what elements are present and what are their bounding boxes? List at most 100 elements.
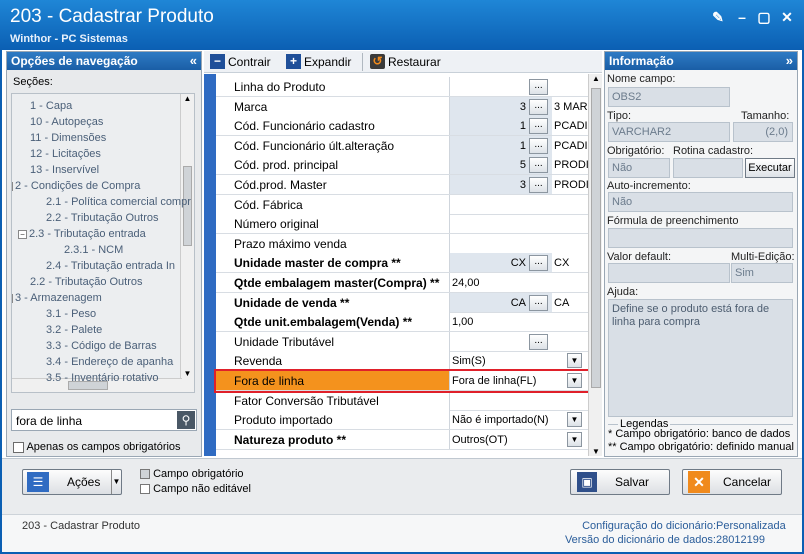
tree-item[interactable]: 1 - Capa xyxy=(30,98,72,114)
grid-row[interactable]: Cód. Fábrica xyxy=(216,195,588,215)
grid-row[interactable]: Natureza produto ** Outros(OT) ▼ xyxy=(216,430,588,450)
only-required-checkbox[interactable] xyxy=(13,441,24,453)
select-value[interactable]: Fora de linha(FL) xyxy=(452,371,536,390)
grid-row[interactable]: Qtde unit.embalagem(Venda) ** 1,00 xyxy=(216,312,588,332)
scroll-up-icon[interactable]: ▲ xyxy=(182,94,193,103)
tree-item[interactable]: 2.2 - Tributação Outros xyxy=(30,274,143,290)
grid-row-value[interactable]: 3... 3 MAR xyxy=(450,97,588,116)
grid-row[interactable]: Fator Conversão Tributável xyxy=(216,391,588,411)
grid-row-value[interactable]: 5... PRODI xyxy=(450,155,588,174)
actions-dropdown-icon[interactable]: ▼ xyxy=(111,470,121,494)
tree-item[interactable]: 11 - Dimensões xyxy=(30,130,106,146)
lookup-button[interactable]: ... xyxy=(529,138,548,154)
grid-row-value[interactable]: 3... PRODI xyxy=(450,175,588,194)
grid-row[interactable]: Revenda Sim(S) ▼ xyxy=(216,351,588,371)
tree-item[interactable]: 3.1 - Peso xyxy=(46,306,96,322)
dropdown-arrow-icon[interactable]: ▼ xyxy=(567,412,582,427)
grid-scroll-up-icon[interactable]: ▲ xyxy=(590,74,602,83)
code-value[interactable]: CX xyxy=(511,253,526,272)
tree-item[interactable]: −2.3 - Tributação entrada xyxy=(18,226,146,242)
select-value[interactable]: Outros(OT) xyxy=(452,430,508,449)
grid-scroll-thumb[interactable] xyxy=(591,88,601,388)
expand-button[interactable]: + Expandir xyxy=(286,54,351,70)
grid-row[interactable]: Qtde embalagem master(Compra) ** 24,00 xyxy=(216,273,588,293)
grid-row-value[interactable]: CA... CA xyxy=(450,293,588,312)
actions-button[interactable]: ☰ Ações ▼ xyxy=(22,469,122,495)
tree-item[interactable]: 3.5 - Inventário rotativo xyxy=(46,370,159,386)
grid-row[interactable]: Prazo máximo venda xyxy=(216,234,588,254)
lookup-button[interactable]: ... xyxy=(529,177,548,193)
grid-row-value[interactable] xyxy=(450,234,588,253)
lookup-button[interactable]: ... xyxy=(529,334,548,350)
lookup-button[interactable]: ... xyxy=(529,79,548,95)
grid-row[interactable]: Cód. Funcionário últ.alteração 1... PCADI xyxy=(216,136,588,156)
code-value[interactable]: 3 xyxy=(520,175,526,194)
grid-row-value[interactable]: Outros(OT) ▼ xyxy=(450,430,588,449)
tree-item[interactable]: 3.4 - Endereço de apanha xyxy=(46,354,173,370)
grid-row[interactable]: Unidade de venda ** CA... CA xyxy=(216,293,588,313)
text-value[interactable]: 24,00 xyxy=(452,273,480,292)
tree-item[interactable]: 13 - Inservível xyxy=(30,162,99,178)
dropdown-arrow-icon[interactable]: ▼ xyxy=(567,373,582,388)
close-button[interactable]: ✕ xyxy=(778,8,796,26)
grid-row[interactable]: Unidade master de compra ** CX... CX xyxy=(216,253,588,273)
execute-button[interactable]: Executar xyxy=(745,158,795,178)
lookup-button[interactable]: ... xyxy=(529,295,548,311)
collapse-button[interactable]: − Contrair xyxy=(210,54,271,70)
maximize-button[interactable]: ▢ xyxy=(755,8,773,26)
grid-row-value[interactable]: Não é importado(N) ▼ xyxy=(450,410,588,429)
grid-scroll-down-icon[interactable]: ▼ xyxy=(590,447,602,456)
collapse-panel-icon[interactable]: « xyxy=(190,52,197,70)
grid-vertical-scrollbar[interactable]: ▲ ▼ xyxy=(588,74,602,456)
grid-row-value[interactable]: ... xyxy=(450,77,588,96)
search-input[interactable]: fora de linha xyxy=(16,414,82,428)
grid-row[interactable]: Número original xyxy=(216,214,588,234)
collapse-node-icon[interactable]: − xyxy=(12,293,13,303)
scroll-down-icon[interactable]: ▼ xyxy=(182,369,193,378)
lookup-button[interactable]: ... xyxy=(529,118,548,134)
tree-item[interactable]: 3.2 - Palete xyxy=(46,322,102,338)
select-value[interactable]: Não é importado(N) xyxy=(452,410,549,429)
tree-item[interactable]: 10 - Autopeças xyxy=(30,114,103,130)
grid-row-value[interactable]: Sim(S) ▼ xyxy=(450,351,588,370)
grid-row-value[interactable] xyxy=(450,391,588,410)
code-value[interactable]: 1 xyxy=(520,136,526,155)
collapse-node-icon[interactable]: − xyxy=(12,181,13,191)
expand-panel-icon[interactable]: » xyxy=(786,52,793,70)
lookup-button[interactable]: ... xyxy=(529,99,548,115)
text-value[interactable]: 1,00 xyxy=(452,312,473,331)
grid-row-value[interactable]: 1... PCADI xyxy=(450,116,588,135)
dropdown-arrow-icon[interactable]: ▼ xyxy=(567,432,582,447)
grid-row[interactable]: Linha do Produto... xyxy=(216,77,588,97)
search-icon[interactable]: ⚲ xyxy=(177,411,195,429)
grid-row[interactable]: Cód. prod. principal 5... PRODI xyxy=(216,155,588,175)
grid-row-value[interactable]: 1... PCADI xyxy=(450,136,588,155)
grid-row-value[interactable]: CX... CX xyxy=(450,253,588,272)
search-box[interactable]: fora de linha ⚲ xyxy=(11,409,197,431)
cancel-button[interactable]: ✕ Cancelar xyxy=(682,469,782,495)
grid-row-value[interactable] xyxy=(450,195,588,214)
grid-row-value[interactable]: ... xyxy=(450,332,588,351)
restore-button[interactable]: ↺ Restaurar xyxy=(370,54,441,70)
code-value[interactable]: 1 xyxy=(520,116,526,135)
tree-item[interactable]: 2.3.1 - NCM xyxy=(64,242,123,258)
code-value[interactable]: 5 xyxy=(520,155,526,174)
dropdown-arrow-icon[interactable]: ▼ xyxy=(567,353,582,368)
tree-item[interactable]: −3 - Armazenagem xyxy=(12,290,102,306)
grid-row[interactable]: Fora de linha Fora de linha(FL) ▼ xyxy=(214,369,588,393)
code-value[interactable]: 3 xyxy=(520,97,526,116)
minimize-button[interactable]: – xyxy=(733,8,751,26)
collapse-node-icon[interactable]: − xyxy=(18,229,27,239)
lookup-button[interactable]: ... xyxy=(529,255,548,271)
tree-item[interactable]: −2 - Condições de Compra xyxy=(12,178,140,194)
grid-row[interactable]: Cód. Funcionário cadastro 1... PCADI xyxy=(216,116,588,136)
lookup-button[interactable]: ... xyxy=(529,157,548,173)
grid-row-value[interactable]: Fora de linha(FL) ▼ xyxy=(450,371,588,390)
edit-window-icon[interactable]: ✎ xyxy=(709,8,727,26)
sections-tree[interactable]: ▲ ▼ 1 - Capa 10 - Autopeças 11 - Dimensões… xyxy=(11,93,195,393)
tree-item[interactable]: 2.2 - Tributação Outros xyxy=(46,210,159,226)
grid-row[interactable]: Marca 3... 3 MAR xyxy=(216,97,588,117)
tree-item[interactable]: 2.4 - Tributação entrada In xyxy=(46,258,175,274)
grid-row[interactable]: Unidade Tributável... xyxy=(216,332,588,352)
code-value[interactable]: CA xyxy=(511,293,526,312)
